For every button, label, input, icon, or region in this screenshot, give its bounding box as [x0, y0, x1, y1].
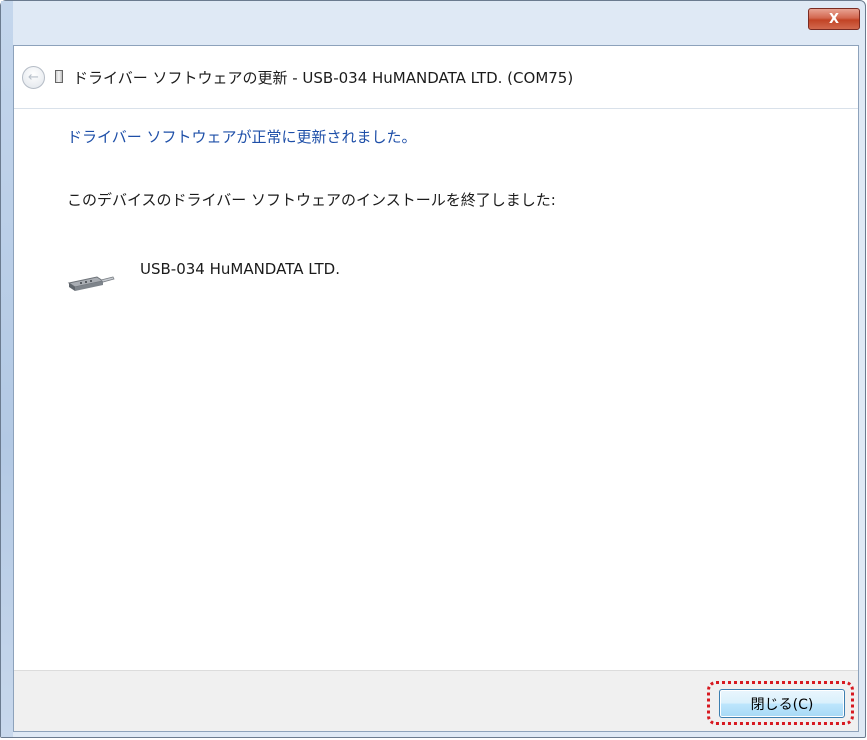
back-arrow-icon: ←	[28, 70, 39, 85]
back-button[interactable]: ←	[22, 66, 45, 89]
close-icon: X	[828, 11, 840, 27]
dialog-header: ← ドライバー ソフトウェアの更新 - USB-034 HuMANDATA LT…	[14, 46, 858, 108]
dialog-client-area: ← ドライバー ソフトウェアの更新 - USB-034 HuMANDATA LT…	[13, 45, 859, 732]
close-button[interactable]: 閉じる(C)	[719, 689, 845, 718]
success-heading: ドライバー ソフトウェアが正常に更新されました。	[67, 128, 417, 146]
window-close-button[interactable]: X	[808, 8, 860, 30]
window-frame-left	[1, 1, 13, 737]
device-name: USB-034 HuMANDATA LTD.	[140, 260, 340, 278]
dialog-title: ドライバー ソフトウェアの更新 - USB-034 HuMANDATA LTD.…	[73, 69, 574, 87]
close-button-label: 閉じる(C)	[750, 696, 814, 713]
dialog-content: ドライバー ソフトウェアが正常に更新されました。 このデバイスのドライバー ソフ…	[14, 108, 858, 673]
device-manager-icon	[55, 70, 63, 83]
install-complete-message: このデバイスのドライバー ソフトウェアのインストールを終了しました:	[67, 191, 556, 209]
serial-port-icon	[67, 276, 115, 291]
dialog-footer: 閉じる(C)	[14, 670, 858, 731]
dialog-window: X ← ドライバー ソフトウェアの更新 - USB-034 HuMANDATA …	[0, 0, 866, 738]
